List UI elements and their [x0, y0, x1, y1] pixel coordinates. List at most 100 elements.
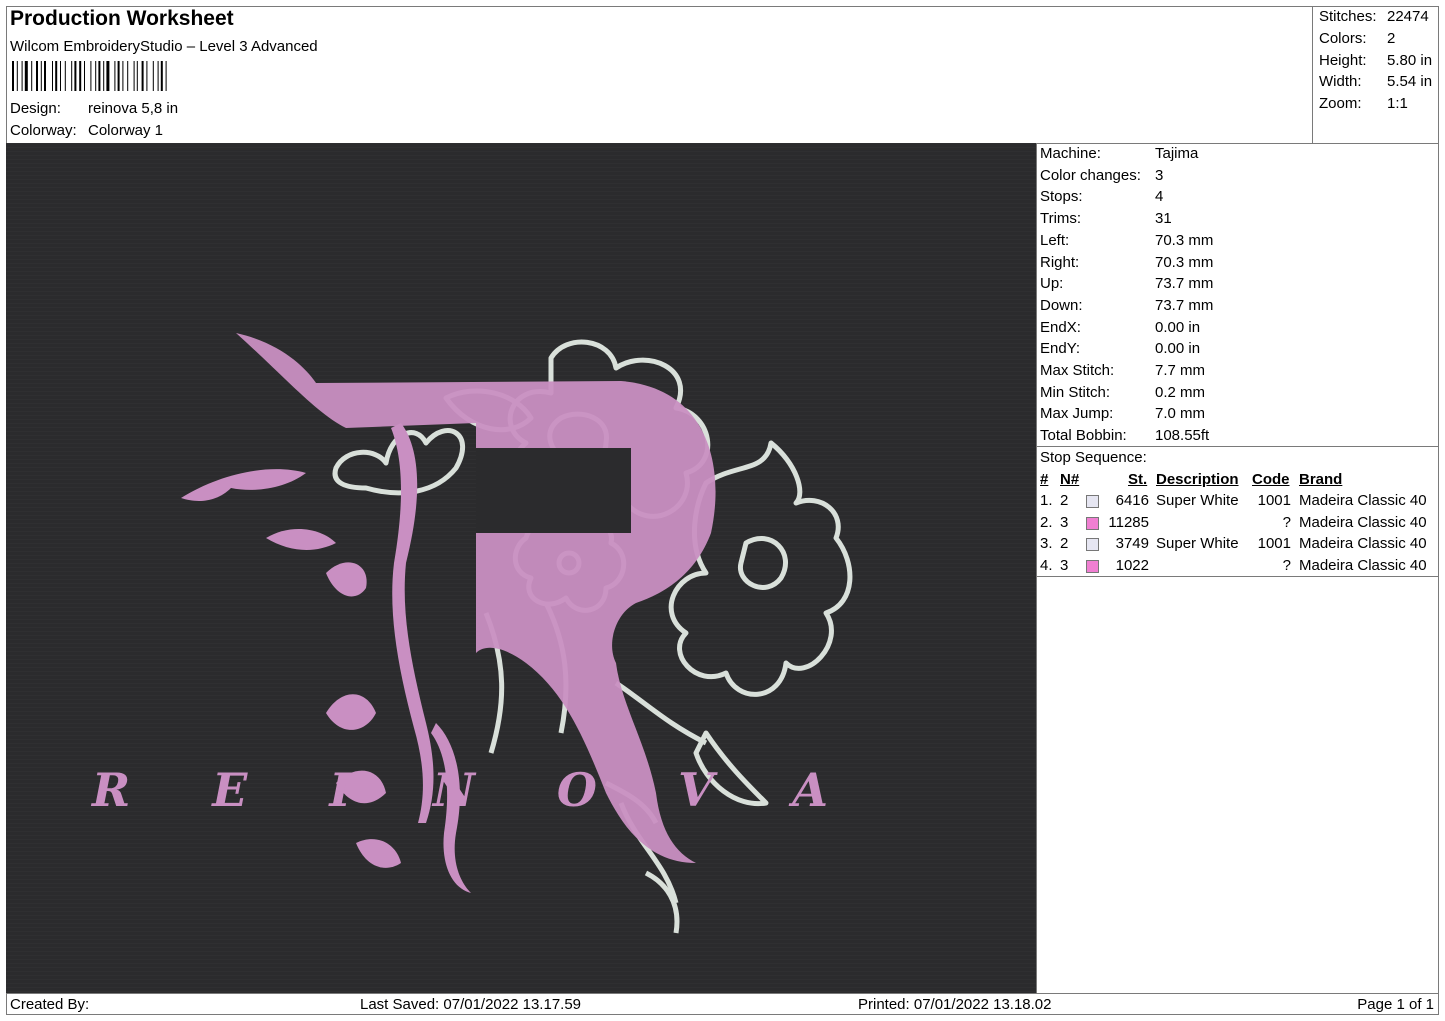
color-swatch [1086, 538, 1099, 552]
design-preview: REINOVA [6, 143, 1036, 993]
design-label: Design: [10, 100, 61, 117]
machine-info-row: Trims: 31 [1040, 210, 1172, 228]
colorway-value: Colorway 1 [88, 122, 164, 139]
row-needle: 3 [1060, 557, 1069, 575]
machine-info-row: EndX: 0.00 in [1040, 319, 1200, 336]
printed-date: Printed: 07/01/2022 13.18.02 [858, 996, 1052, 1013]
info-label: Machine: [1040, 145, 1101, 162]
colorway-row: Colorway: Colorway 1 [10, 122, 163, 139]
machine-info-row: Max Stitch: 7.7 mm [1040, 362, 1205, 379]
info-value: 73.7 mm [1155, 296, 1214, 314]
col-needle: N# [1060, 471, 1080, 488]
info-value: 0.2 mm [1155, 383, 1206, 401]
stitches-row: Stitches: 22474 [1319, 8, 1429, 25]
page-number: Page 1 of 1 [1357, 996, 1434, 1013]
col-stitches: St. [1128, 471, 1148, 488]
machine-info-row: Up: 73.7 mm [1040, 275, 1213, 293]
stop-sequence-title: Stop Sequence: [1040, 449, 1147, 466]
stitches-label: Stitches: [1319, 8, 1377, 25]
height-row: Height: 5.80 in [1319, 52, 1432, 69]
table-bottom-divider [1036, 576, 1439, 577]
machine-info-row: Machine: Tajima [1040, 145, 1198, 162]
row-code: ? [1282, 513, 1291, 531]
col-description: Description [1156, 471, 1239, 488]
color-swatch [1086, 495, 1099, 508]
color-swatch [1086, 516, 1099, 530]
machine-info-row: Down: 73.7 mm [1040, 296, 1213, 314]
info-value: 7.7 mm [1155, 362, 1206, 379]
worksheet-title: Production Worksheet [10, 7, 234, 30]
color-swatch [1086, 560, 1099, 574]
table-row: 3. 2 3749 Super White 1001 Madeira Classic 40 [1036, 535, 1439, 555]
info-value: 70.3 mm [1155, 253, 1214, 271]
machine-info-row: Color changes: 3 [1040, 166, 1163, 184]
stop-sequence-divider [1036, 446, 1439, 447]
stitches-value: 22474 [1387, 8, 1429, 25]
info-label: Color changes: [1040, 166, 1141, 184]
info-label: Left: [1040, 231, 1070, 249]
machine-info-row: Right: 70.3 mm [1040, 254, 1213, 271]
colorway-label: Colorway: [10, 122, 77, 139]
machine-info-row: Left: 70.3 mm [1040, 231, 1213, 249]
info-label: Max Jump: [1040, 405, 1114, 423]
info-value: 0.00 in [1155, 340, 1201, 358]
table-row: 4. 3 1022? Madeira Classic 40 [1036, 557, 1439, 577]
info-label: Max Stitch: [1040, 362, 1115, 379]
colors-value: 2 [1387, 30, 1396, 47]
height-value: 5.80 in [1387, 52, 1433, 69]
colors-label: Colors: [1319, 30, 1367, 47]
info-value: 3 [1155, 166, 1164, 184]
row-brand: Madeira Classic 40 [1299, 513, 1427, 531]
width-label: Width: [1319, 73, 1362, 90]
row-num: 2. [1040, 513, 1053, 531]
row-code: 1001 [1257, 535, 1291, 553]
row-brand: Madeira Classic 40 [1299, 557, 1427, 575]
worksheet-footer: Created By: Last Saved: 07/01/2022 13.17… [6, 993, 1439, 1015]
design-value: reinova 5,8 in [88, 100, 179, 117]
machine-info-row: Total Bobbin: 108.55ft [1040, 427, 1209, 445]
info-label: Up: [1040, 275, 1064, 293]
row-num: 4. [1040, 557, 1053, 575]
row-needle: 2 [1060, 492, 1069, 509]
design-row: Design: reinova 5,8 in [10, 100, 178, 117]
zoom-row: Zoom: 1:1 [1319, 95, 1408, 112]
zoom-label: Zoom: [1319, 95, 1362, 112]
col-num: # [1040, 471, 1049, 488]
zoom-value: 1:1 [1387, 95, 1408, 112]
width-value: 5.54 in [1387, 73, 1433, 90]
software-name: Wilcom EmbroideryStudio – Level 3 Advanc… [10, 38, 318, 55]
row-brand: Madeira Classic 40 [1299, 492, 1427, 509]
table-header: # N# St. Description Code Brand [1036, 471, 1439, 491]
col-brand: Brand [1299, 471, 1343, 488]
info-label: Stops: [1040, 188, 1083, 206]
row-needle: 2 [1060, 535, 1069, 553]
embroidery-artwork: REINOVA [6, 143, 1036, 993]
col-code: Code [1252, 471, 1290, 488]
machine-info-row: EndY: 0.00 in [1040, 340, 1200, 357]
row-code: ? [1282, 557, 1291, 575]
colors-row: Colors: 2 [1319, 30, 1395, 47]
machine-info-row: Max Jump: 7.0 mm [1040, 405, 1205, 423]
info-value: 31 [1155, 210, 1172, 228]
row-description: Super White [1156, 535, 1239, 553]
artwork-text: REINOVA [90, 763, 910, 817]
machine-info-row: Min Stitch: 0.2 mm [1040, 384, 1205, 401]
info-value: 70.3 mm [1155, 231, 1214, 249]
row-stitches: 1022 [1115, 557, 1149, 575]
row-stitches: 3749 [1115, 535, 1149, 553]
row-num: 3. [1040, 535, 1053, 553]
info-label: Trims: [1040, 210, 1082, 228]
info-label: Down: [1040, 296, 1083, 314]
info-label: Total Bobbin: [1040, 427, 1127, 445]
created-by: Created By: [10, 996, 90, 1013]
row-stitches: 11285 [1108, 513, 1149, 531]
info-value: 0.00 in [1155, 318, 1201, 336]
row-description: Super White [1156, 492, 1239, 509]
info-value: Tajima [1155, 145, 1199, 162]
barcode [12, 61, 167, 91]
row-brand: Madeira Classic 40 [1299, 535, 1427, 553]
height-label: Height: [1319, 52, 1367, 69]
machine-info-row: Stops: 4 [1040, 188, 1163, 206]
row-needle: 3 [1060, 513, 1069, 531]
header-divider [1312, 6, 1313, 144]
